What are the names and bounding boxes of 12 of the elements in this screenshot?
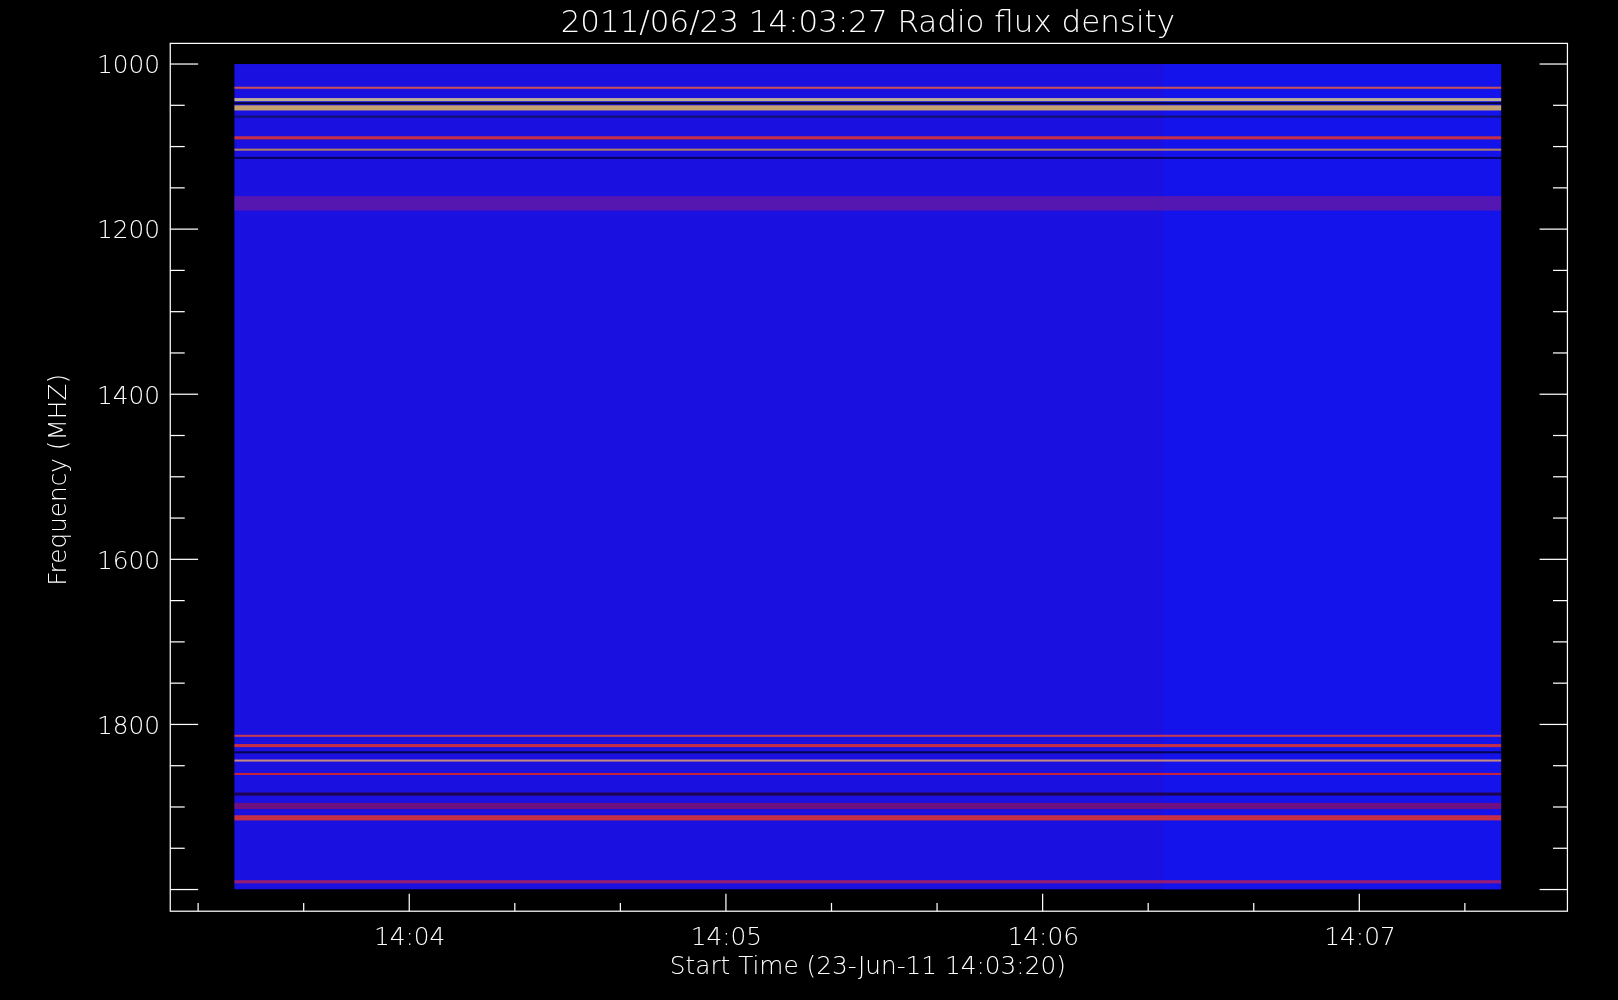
tick-label: 14:05 [690,922,763,952]
tick-label: 1000 [96,50,160,80]
tick-label: 14:04 [374,922,446,952]
tick-label: 1200 [96,215,160,245]
tick-label: 1600 [96,545,160,575]
axis-label: Frequency (MHZ) [43,373,73,586]
axis-label: Start Time (23-Jun-11 14:03:20) [669,951,1066,981]
tick-label: 1400 [96,380,160,410]
tick-label: 14:06 [1007,922,1079,952]
tick-label: 14:07 [1324,922,1396,952]
tick-label: 1800 [96,710,160,740]
plot-title: 2011/06/23 14:03:27 Radio flux density [560,3,1175,40]
